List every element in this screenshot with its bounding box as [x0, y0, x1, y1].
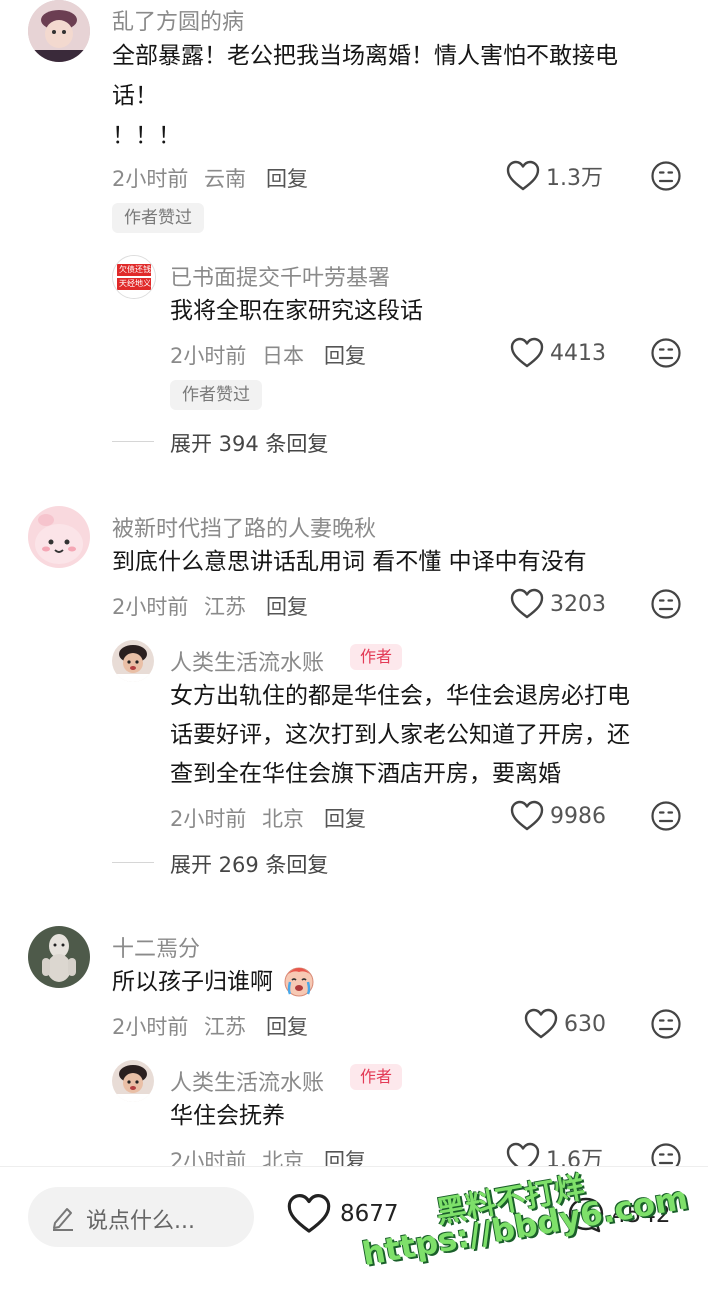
comment-username[interactable]: 被新时代挡了路的人妻晚秋: [112, 511, 376, 543]
expand-replies-button[interactable]: 展开 269 条回复: [170, 849, 328, 879]
comment-time: 2小时前: [112, 1015, 189, 1039]
reply-username[interactable]: 人类生活流水账: [170, 1065, 324, 1097]
comment-location: 江苏: [204, 595, 246, 619]
avatar-image: [112, 640, 154, 682]
like-count: 9986: [550, 803, 606, 829]
reply-time: 2小时前: [170, 807, 247, 831]
avatar-stamp-text: 天经地义: [119, 279, 151, 288]
avatar[interactable]: 欠债还钱 天经地义: [112, 255, 156, 299]
reply-text-line: 我将全职在家研究这段话: [170, 298, 423, 324]
dislike-icon[interactable]: [650, 1008, 682, 1040]
heart-icon: [510, 800, 544, 831]
reply-button[interactable]: 回复: [266, 1011, 308, 1041]
reply-text-line: 查到全在华住会旗下酒店开房，要离婚: [170, 761, 561, 787]
like-button[interactable]: 4413: [510, 335, 606, 371]
reply-username[interactable]: 人类生活流水账: [170, 645, 324, 677]
avatar[interactable]: [112, 640, 154, 682]
comment-text-line: 所以孩子归谁啊: [112, 969, 273, 995]
comment-username[interactable]: 乱了方圆的病: [112, 4, 244, 36]
reply-location: 北京: [262, 807, 304, 831]
avatar[interactable]: [28, 506, 90, 568]
reply-button[interactable]: 回复: [324, 803, 366, 833]
author-liked-badge: 作者赞过: [112, 203, 204, 233]
reply-username[interactable]: 已书面提交千叶劳基署: [170, 260, 390, 292]
heart-icon: [506, 160, 540, 191]
like-count: 1.3万: [546, 166, 603, 191]
comment-text-line: 到底什么意思讲话乱用词 看不懂 中译中有没有: [112, 549, 587, 575]
like-button[interactable]: 630: [524, 1006, 606, 1042]
avatar-image: [112, 1060, 154, 1102]
avatar-image: [28, 0, 90, 62]
comment-text-line: ！！！: [112, 123, 181, 149]
heart-icon: [510, 337, 544, 368]
like-count: 4413: [550, 340, 606, 366]
comment-time: 2小时前: [112, 167, 189, 191]
like-button[interactable]: 1.3万: [506, 158, 603, 194]
avatar-image: [28, 926, 90, 988]
dislike-icon[interactable]: [650, 800, 682, 832]
avatar-image: [113, 256, 155, 298]
crying-emoji-icon: [284, 967, 314, 997]
like-button[interactable]: 3203: [510, 586, 606, 622]
comment-input-placeholder: 说点什么...: [86, 1209, 195, 1234]
comment-location: 云南: [204, 167, 246, 191]
reply-text-line: 女方出轨住的都是华住会，华住会退房必打电: [170, 683, 630, 709]
comment-time: 2小时前: [112, 595, 189, 619]
reply-button[interactable]: 回复: [266, 163, 308, 193]
avatar[interactable]: [28, 926, 90, 988]
comment-location: 江苏: [204, 1015, 246, 1039]
heart-icon: [510, 588, 544, 619]
expand-divider: [112, 862, 154, 863]
avatar-image: [28, 506, 90, 568]
author-liked-badge: 作者赞过: [170, 380, 262, 410]
comment-input[interactable]: 说点什么...: [28, 1187, 254, 1247]
comment-text-line: 话！: [112, 83, 158, 109]
reply-text-line: 话要好评，这次打到人家老公知道了开房，还: [170, 722, 630, 748]
reply-text-line: 华住会抚养: [170, 1103, 285, 1129]
comment-username[interactable]: 十二焉分: [112, 931, 200, 963]
author-tag: 作者: [350, 1064, 403, 1090]
expand-divider: [112, 441, 154, 442]
expand-replies-button[interactable]: 展开 394 条回复: [170, 428, 328, 458]
reply-location: 日本: [262, 344, 304, 368]
heart-icon: [524, 1008, 558, 1039]
avatar[interactable]: [112, 1060, 154, 1102]
comment-text-line: 全部暴露！老公把我当场离婚！情人害怕不敢接电: [112, 43, 618, 69]
dislike-icon[interactable]: [650, 160, 682, 192]
heart-icon: [287, 1194, 331, 1233]
reply-button[interactable]: 回复: [266, 591, 308, 621]
like-count: 3203: [550, 591, 606, 617]
reply-time: 2小时前: [170, 344, 247, 368]
like-button[interactable]: 9986: [510, 798, 606, 834]
like-count: 630: [564, 1011, 606, 1037]
dislike-icon[interactable]: [650, 337, 682, 369]
avatar[interactable]: [28, 0, 90, 62]
author-tag: 作者: [350, 644, 403, 670]
avatar-stamp-text: 欠债还钱: [119, 265, 151, 274]
pen-icon: [53, 1208, 73, 1231]
dislike-icon[interactable]: [650, 588, 682, 620]
reply-button[interactable]: 回复: [324, 340, 366, 370]
